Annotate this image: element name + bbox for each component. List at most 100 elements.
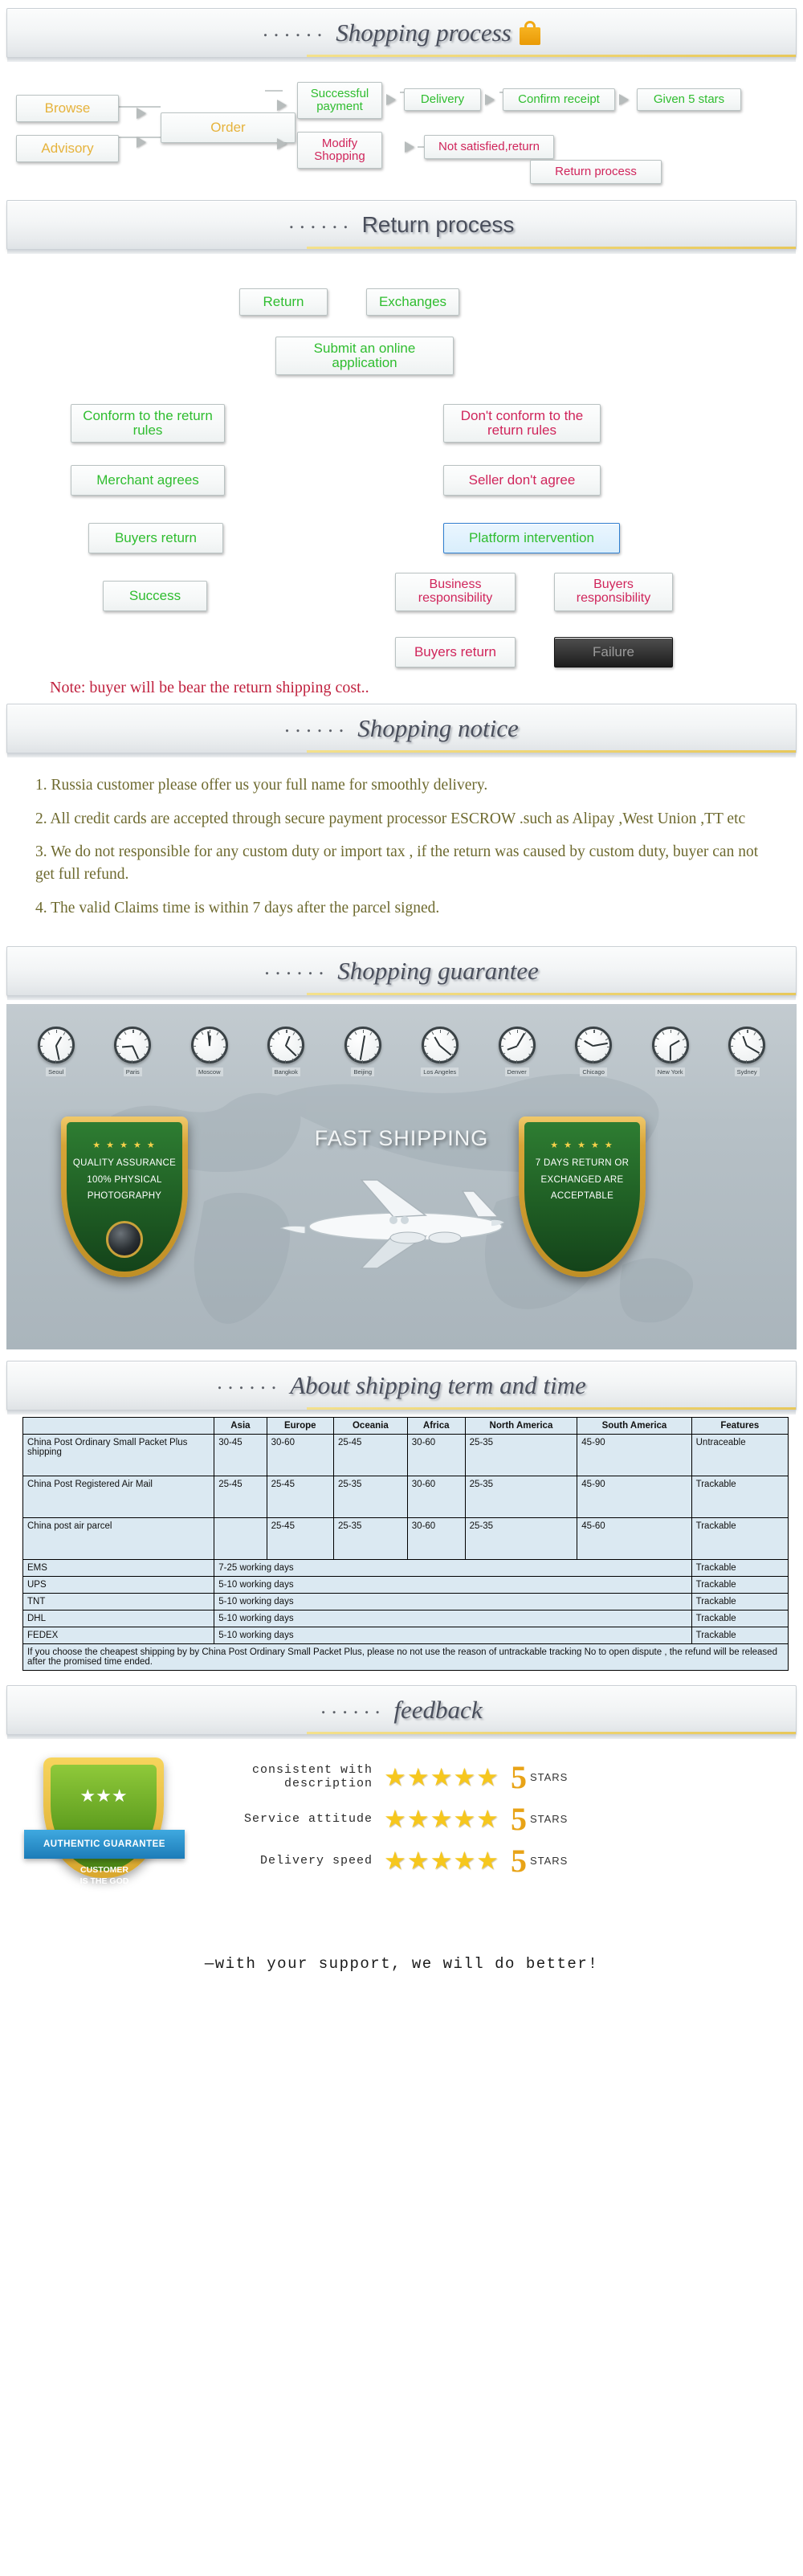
clock-tick <box>507 1058 511 1062</box>
feedback-section: ★★★ AUTHENTIC GUARANTEE CUSTOMER IS THE … <box>6 1735 797 1976</box>
table-row: FEDEX 5-10 working days Trackable <box>22 1627 789 1645</box>
table-row: DHL 5-10 working days Trackable <box>22 1610 789 1628</box>
flow-box-confirm-receipt[interactable]: Confirm receipt <box>503 88 615 111</box>
flow-box-merchant-agrees[interactable]: Merchant agrees <box>71 465 225 496</box>
rating-score: 5 <box>510 1758 527 1795</box>
badge-stars: ★★★ <box>79 1786 128 1806</box>
clock-tick <box>655 1037 659 1040</box>
flow-box-failure[interactable]: Failure <box>554 637 673 667</box>
flow-label-delivery: Delivery <box>420 92 465 107</box>
flow-box-conform-rules[interactable]: Conform to the return rules <box>71 404 225 443</box>
world-clock: Paris <box>114 1027 152 1078</box>
shopping-notice-list: 1. Russia customer please offer us your … <box>0 753 803 938</box>
clock-tick <box>593 1030 595 1034</box>
table-cell: 45-90 <box>577 1434 692 1477</box>
clock-tick <box>138 1059 141 1063</box>
clock-tick <box>758 1053 762 1057</box>
flow-box-business-responsibility[interactable]: Business responsibility <box>395 573 516 611</box>
clock-tick <box>446 1032 450 1036</box>
clock-tick <box>578 1052 582 1055</box>
shield-stars: ★ ★ ★ ★ ★ <box>92 1141 157 1151</box>
flow-box-return-process[interactable]: Return process <box>530 160 662 184</box>
clock-tick <box>271 1052 275 1055</box>
flow-box-not-conform-rules[interactable]: Don't conform to the return rules <box>443 404 601 443</box>
clock-tick <box>47 1058 50 1062</box>
rating-unit: STARS <box>529 1812 569 1825</box>
shield-line-1: QUALITY ASSURANCE <box>72 1158 177 1169</box>
clock-tick <box>732 1052 736 1055</box>
flow-box-buyers-responsibility[interactable]: Buyers responsibility <box>554 573 673 611</box>
clock-tick <box>431 1031 434 1035</box>
clock-city-label: Sydney <box>734 1068 760 1077</box>
header-underline <box>307 1407 796 1411</box>
clock-tick <box>144 1038 149 1042</box>
clock-tick <box>682 1038 686 1042</box>
clock-tick <box>297 1038 302 1042</box>
clock-tick <box>528 1038 532 1042</box>
clock-tick <box>271 1037 275 1040</box>
flow-box-successful-payment[interactable]: Successful payment <box>297 82 382 119</box>
clock-tick <box>216 1032 219 1036</box>
table-footer-note: If you choose the cheapest shipping by b… <box>22 1643 789 1672</box>
clock-tick <box>284 1060 287 1064</box>
table-cell: 25-35 <box>332 1517 408 1561</box>
flow-box-exchanges[interactable]: Exchanges <box>366 288 459 316</box>
clock-tick <box>47 1031 51 1035</box>
clock-tick <box>361 1060 363 1064</box>
table-cell-service: EMS <box>22 1559 215 1578</box>
clock-tick <box>747 1030 748 1034</box>
table-cell-service: DHL <box>22 1610 215 1628</box>
world-clock-row: Seoul Paris Moscow Bangkok Beijing Los A… <box>6 1027 797 1078</box>
clock-tick <box>501 1052 505 1055</box>
flow-box-platform-intervention[interactable]: Platform intervention <box>443 523 620 553</box>
flow-box-buyers-return-right[interactable]: Buyers return <box>395 637 516 667</box>
table-cell: 25-45 <box>266 1517 334 1561</box>
clock-tick <box>63 1032 66 1036</box>
clock-city-label: Beijing <box>351 1068 374 1077</box>
table-cell: 25-45 <box>332 1434 408 1477</box>
world-clock: Moscow <box>190 1027 228 1078</box>
notice-item: 4. The valid Claims time is within 7 day… <box>35 899 440 917</box>
clock-tick <box>348 1037 352 1040</box>
clock-tick <box>654 1052 658 1055</box>
clock-tick <box>605 1053 609 1057</box>
badge-shield: ★★★ <box>43 1757 164 1879</box>
clock-city-label: New York <box>654 1068 686 1077</box>
clock-tick <box>584 1058 587 1062</box>
clock-tick <box>215 1059 218 1063</box>
clock-tick <box>347 1052 352 1055</box>
flow-box-buyers-return-left[interactable]: Buyers return <box>88 523 223 553</box>
notice-item: 2. All credit cards are accepted through… <box>35 810 746 827</box>
clock-tick <box>369 1032 373 1036</box>
flow-box-seller-dont-agree[interactable]: Seller don't agree <box>443 465 601 496</box>
clock-tick <box>221 1038 225 1042</box>
flow-label-confirm-receipt: Confirm receipt <box>518 92 600 107</box>
flow-box-browse[interactable]: Browse <box>16 95 119 122</box>
flow-label-submit-online-application: Submit an online application <box>313 341 416 370</box>
feedback-row: Service attitude ★★★★★ 5 STARS <box>199 1798 777 1839</box>
flow-box-order[interactable]: Order <box>161 112 296 143</box>
table-header-cell: Asia <box>214 1417 267 1435</box>
rating-stars: ★★★★★ <box>384 1804 499 1833</box>
table-cell-feature: Trackable <box>691 1576 789 1594</box>
flow-box-given-5-stars[interactable]: Given 5 stars <box>637 88 741 111</box>
clock-city-label: Bangkok <box>271 1068 300 1077</box>
clock-city-label: Chicago <box>580 1068 607 1077</box>
clock-tick <box>677 1032 680 1036</box>
section-header-shopping-process: ...... Shopping process <box>6 8 797 62</box>
flow-box-submit-online-application[interactable]: Submit an online application <box>275 337 454 375</box>
table-row: China post air parcel 25-45 25-35 30-60 … <box>22 1517 789 1561</box>
table-cell: 25-35 <box>332 1476 408 1519</box>
section-title-shopping-notice: Shopping notice <box>357 714 519 742</box>
clock-tick <box>451 1038 455 1042</box>
flow-box-success[interactable]: Success <box>103 581 207 611</box>
flow-box-not-satisfied-return[interactable]: Not satisfied,return <box>424 135 554 159</box>
clock-tick <box>600 1032 603 1036</box>
clock-tick <box>438 1060 440 1064</box>
flow-box-return[interactable]: Return <box>239 288 328 316</box>
clock-tick <box>745 1060 748 1064</box>
header-dots: ...... <box>263 18 328 41</box>
clock-tick <box>139 1032 142 1036</box>
clock-city-label: Moscow <box>195 1068 223 1077</box>
flow-box-delivery[interactable]: Delivery <box>404 88 481 111</box>
